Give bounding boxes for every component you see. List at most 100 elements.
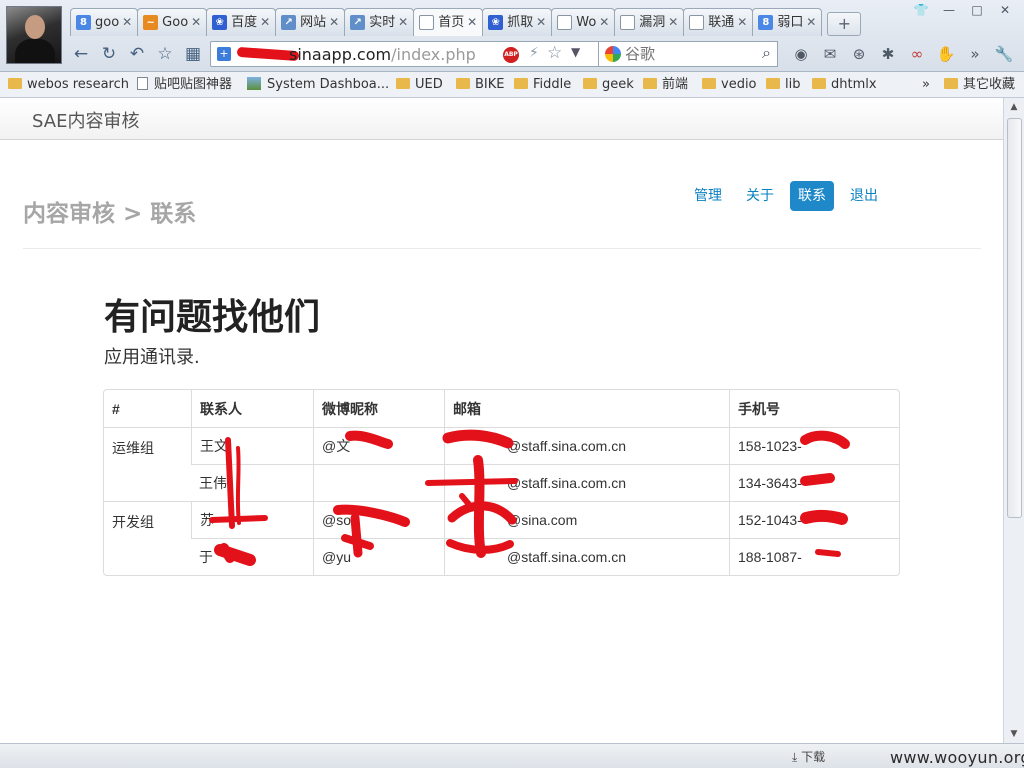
minimize-icon[interactable]: — (938, 2, 960, 18)
bookmark-label: geek (602, 77, 634, 92)
tab-10[interactable]: 联通 ✕ (683, 8, 754, 36)
tab-close-icon[interactable]: ✕ (260, 9, 270, 36)
vertical-scrollbar[interactable]: ▲ ▼ (1003, 98, 1024, 743)
email-cell: @staff.sina.com.cn (444, 464, 729, 501)
app-brand[interactable]: SAE内容审核 (32, 107, 139, 133)
page-icon (419, 15, 435, 30)
bolt-icon[interactable]: ⚡ (529, 45, 539, 61)
wrench-icon[interactable]: 🔧 (993, 43, 1015, 65)
bookmark-item[interactable]: webos research (8, 76, 129, 94)
bookmark-item[interactable]: geek (583, 76, 634, 94)
apps-grid-icon[interactable]: ▦ (182, 43, 204, 65)
column-header: 邮箱 (444, 390, 729, 427)
tab-5[interactable]: ↗ 实时 ✕ (344, 8, 415, 36)
bookmark-item[interactable]: System Dashboa... (247, 76, 389, 94)
search-box[interactable]: ⌕ (598, 41, 778, 67)
other-bookmarks[interactable]: 其它收藏 (944, 76, 1015, 94)
nav-link-3[interactable]: 联系 (790, 181, 834, 211)
bookmarks-more-icon[interactable]: » (922, 76, 930, 94)
group-cell: 运维组 (104, 427, 191, 501)
mail-icon[interactable]: ✉ (819, 43, 841, 65)
download-button[interactable]: ⤓ 下载 (792, 748, 825, 765)
extension-icon[interactable]: ◉ (790, 43, 812, 65)
shirt-icon[interactable]: 👕 (910, 2, 932, 18)
tab-6[interactable]: 首页 ✕ (413, 8, 484, 36)
email-cell: @sina.com (444, 501, 729, 538)
email-cell: @staff.sina.com.cn (444, 538, 729, 575)
tab-close-icon[interactable]: ✕ (467, 9, 477, 36)
page-icon (137, 77, 148, 90)
tab-close-icon[interactable]: ✕ (329, 9, 339, 36)
undo-icon[interactable]: ↶ (126, 43, 148, 65)
bookmark-item[interactable]: UED (396, 76, 443, 94)
email-cell: @staff.sina.com.cn (444, 427, 729, 464)
bookmark-star-icon[interactable]: ☆ (154, 43, 176, 65)
weibo-cell: @yu (313, 538, 444, 575)
address-bar[interactable]: + sinaapp.com/index.php ABP ⚡ ☆ ▼ (210, 41, 660, 67)
close-window-icon[interactable]: ✕ (994, 2, 1016, 18)
avatar-head (25, 15, 45, 39)
search-input[interactable] (625, 44, 745, 64)
tab-close-icon[interactable]: ✕ (737, 9, 747, 36)
bookmark-item[interactable]: Fiddle (514, 76, 571, 94)
search-icon[interactable]: ⌕ (762, 43, 771, 63)
eng-icon[interactable]: ∞ (906, 43, 928, 65)
table-row: 于 @yu @staff.sina.com.cn 188-1087- (104, 538, 899, 575)
avatar-body (15, 39, 55, 63)
bookmark-item[interactable]: lib (766, 76, 800, 94)
tab-close-icon[interactable]: ✕ (398, 9, 408, 36)
scroll-down-icon[interactable]: ▼ (1007, 727, 1021, 741)
folder-icon (514, 78, 528, 89)
tab-8[interactable]: Wo ✕ (551, 8, 616, 36)
tab-close-icon[interactable]: ✕ (599, 9, 609, 36)
folder-icon (643, 78, 657, 89)
adblock-icon[interactable]: ABP (503, 47, 519, 63)
page-nav: 管理 关于 联系 退出 (686, 181, 886, 211)
user-avatar[interactable] (6, 6, 62, 64)
page-subtitle: 应用通讯录. (104, 347, 200, 368)
bookmark-item[interactable]: BIKE (456, 76, 505, 94)
reload-icon[interactable]: ↻ (98, 43, 120, 65)
nav-link-2[interactable]: 关于 (738, 181, 782, 211)
tab-close-icon[interactable]: ✕ (536, 9, 546, 36)
table-row: 开发组 苏 @so @sina.com 152-1043- (104, 501, 899, 538)
bookmark-item[interactable]: vedio (702, 76, 757, 94)
nav-link-1[interactable]: 管理 (686, 181, 730, 211)
tab-close-icon[interactable]: ✕ (668, 9, 678, 36)
hand-icon[interactable]: ✋ (935, 43, 957, 65)
address-url[interactable]: sinaapp.com/index.php (289, 45, 476, 64)
nav-link-4[interactable]: 退出 (842, 181, 886, 211)
tab-label: Goo (162, 15, 189, 30)
bookmark-item[interactable]: 前端 (643, 76, 688, 94)
tab-close-icon[interactable]: ✕ (191, 9, 201, 36)
maximize-icon[interactable]: □ (966, 2, 988, 18)
steering-icon[interactable]: ⊛ (848, 43, 870, 65)
scroll-up-icon[interactable]: ▲ (1007, 100, 1021, 114)
bookmark-item[interactable]: dhtmlx (812, 76, 877, 94)
column-header: 手机号 (729, 390, 899, 427)
tab-9[interactable]: 漏洞 ✕ (614, 8, 685, 36)
tab-4[interactable]: ↗ 网站 ✕ (275, 8, 346, 36)
bookmark-item[interactable]: 贴吧贴图神器 (137, 76, 232, 94)
more-extensions-icon[interactable]: » (964, 43, 986, 65)
tab-7[interactable]: ❀ 抓取 ✕ (482, 8, 553, 36)
back-icon[interactable]: ← (70, 43, 92, 65)
new-tab-button[interactable]: + (827, 12, 862, 36)
tab-1[interactable]: 8 goo ✕ (70, 8, 139, 36)
scroll-thumb[interactable] (1007, 118, 1022, 518)
bug-icon[interactable]: ✱ (877, 43, 899, 65)
page-title: 有问题找他们 (104, 296, 321, 338)
image-icon (247, 77, 261, 90)
address-dropdown-icon[interactable]: ▼ (571, 45, 580, 59)
column-header: # (112, 400, 120, 417)
tab-2[interactable]: ~ Goo ✕ (137, 8, 208, 36)
favorite-star-icon[interactable]: ☆ (547, 43, 562, 63)
tab-11[interactable]: 8 弱口 ✕ (752, 8, 823, 36)
weibo-cell: @so (313, 501, 444, 538)
column-header: 微博昵称 (313, 390, 444, 427)
tab-close-icon[interactable]: ✕ (122, 9, 132, 36)
tab-3[interactable]: ❀ 百度 ✕ (206, 8, 277, 36)
tab-close-icon[interactable]: ✕ (806, 9, 816, 36)
chart-icon: ↗ (350, 15, 366, 30)
contact-cell: 王伟 (191, 464, 313, 501)
